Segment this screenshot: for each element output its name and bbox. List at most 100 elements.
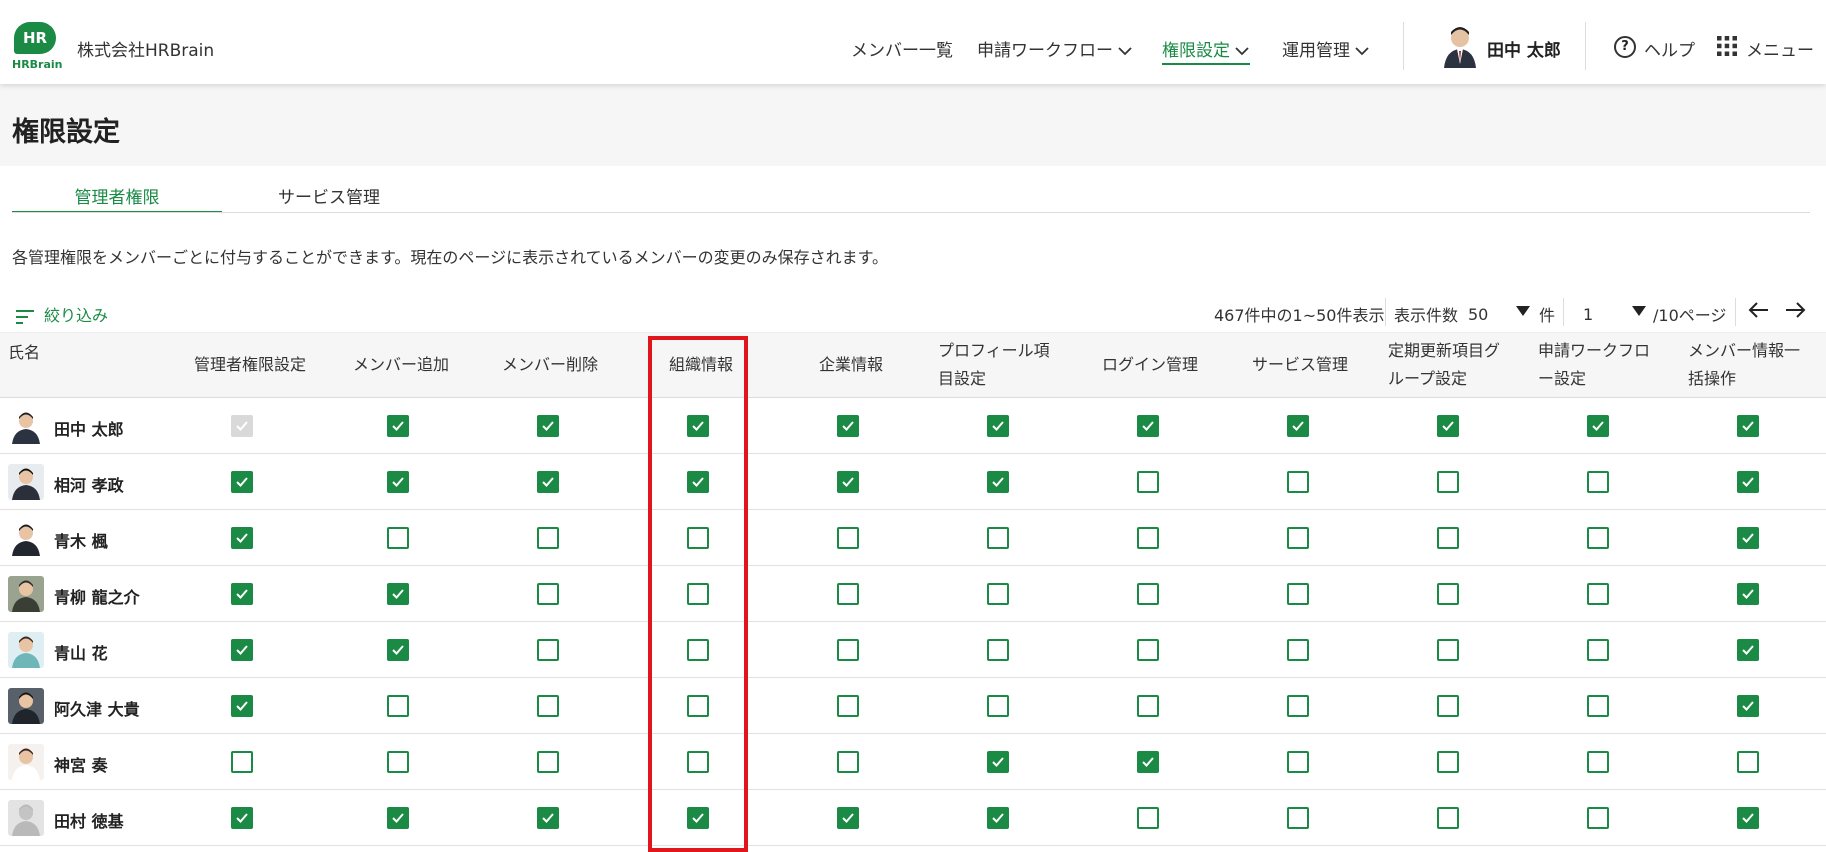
arrow-right-icon[interactable] — [1783, 298, 1807, 322]
caret-down-icon[interactable] — [1632, 306, 1646, 316]
permission-checkbox[interactable] — [1137, 751, 1159, 773]
per-page-select[interactable]: 50 — [1468, 305, 1488, 324]
permission-checkbox[interactable] — [387, 583, 409, 605]
permission-checkbox[interactable] — [837, 583, 859, 605]
permission-checkbox[interactable] — [387, 527, 409, 549]
nav-workflow[interactable]: 申請ワークフロー — [977, 36, 1133, 61]
permission-checkbox[interactable] — [687, 751, 709, 773]
permission-checkbox[interactable] — [1587, 639, 1609, 661]
permission-checkbox[interactable] — [987, 751, 1009, 773]
hrbrain-logo[interactable]: HR HRBrain — [12, 22, 63, 74]
permission-checkbox[interactable] — [837, 695, 859, 717]
permission-checkbox[interactable] — [1587, 471, 1609, 493]
permission-checkbox[interactable] — [1137, 527, 1159, 549]
permission-checkbox[interactable] — [837, 471, 859, 493]
permission-checkbox[interactable] — [537, 807, 559, 829]
permission-checkbox[interactable] — [837, 639, 859, 661]
permission-checkbox[interactable] — [1737, 527, 1759, 549]
permission-checkbox[interactable] — [1437, 751, 1459, 773]
permission-checkbox[interactable] — [987, 471, 1009, 493]
permission-checkbox[interactable] — [687, 471, 709, 493]
permission-checkbox[interactable] — [231, 639, 253, 661]
tab-service-management[interactable]: サービス管理 — [222, 183, 436, 208]
permission-checkbox[interactable] — [387, 807, 409, 829]
permission-checkbox[interactable] — [1287, 471, 1309, 493]
permission-checkbox[interactable] — [537, 695, 559, 717]
permission-checkbox[interactable] — [1287, 527, 1309, 549]
permission-checkbox[interactable] — [1737, 415, 1759, 437]
permission-checkbox[interactable] — [387, 415, 409, 437]
permission-checkbox[interactable] — [1437, 639, 1459, 661]
permission-checkbox[interactable] — [687, 583, 709, 605]
permission-checkbox[interactable] — [1437, 527, 1459, 549]
permission-checkbox[interactable] — [387, 639, 409, 661]
permission-checkbox[interactable] — [231, 807, 253, 829]
permission-checkbox[interactable] — [1437, 415, 1459, 437]
permission-checkbox[interactable] — [387, 695, 409, 717]
nav-operations[interactable]: 運用管理 — [1282, 36, 1370, 61]
permission-checkbox[interactable] — [231, 527, 253, 549]
permission-checkbox[interactable] — [1437, 471, 1459, 493]
permission-checkbox[interactable] — [1437, 583, 1459, 605]
permission-checkbox[interactable] — [1287, 583, 1309, 605]
permission-checkbox[interactable] — [1737, 751, 1759, 773]
permission-checkbox[interactable] — [1737, 807, 1759, 829]
page-select[interactable]: 1 — [1583, 305, 1593, 324]
permission-checkbox[interactable] — [1287, 415, 1309, 437]
permission-checkbox[interactable] — [387, 471, 409, 493]
help-icon[interactable]: ? — [1614, 36, 1636, 58]
permission-checkbox[interactable] — [231, 751, 253, 773]
permission-checkbox[interactable] — [1737, 583, 1759, 605]
user-name[interactable]: 田中 太郎 — [1487, 36, 1561, 61]
permission-checkbox[interactable] — [1137, 415, 1159, 437]
permission-checkbox[interactable] — [1137, 639, 1159, 661]
permission-checkbox[interactable] — [1587, 527, 1609, 549]
permission-checkbox[interactable] — [987, 527, 1009, 549]
permission-checkbox[interactable] — [837, 751, 859, 773]
permission-checkbox[interactable] — [1737, 639, 1759, 661]
permission-checkbox[interactable] — [687, 527, 709, 549]
permission-checkbox[interactable] — [537, 415, 559, 437]
permission-checkbox[interactable] — [1137, 695, 1159, 717]
nav-permissions[interactable]: 権限設定 — [1162, 36, 1250, 65]
permission-checkbox[interactable] — [231, 471, 253, 493]
permission-checkbox[interactable] — [537, 639, 559, 661]
permission-checkbox[interactable] — [537, 527, 559, 549]
arrow-left-icon[interactable] — [1747, 298, 1771, 322]
permission-checkbox[interactable] — [1137, 583, 1159, 605]
permission-checkbox[interactable] — [687, 695, 709, 717]
permission-checkbox[interactable] — [837, 415, 859, 437]
permission-checkbox[interactable] — [537, 471, 559, 493]
permission-checkbox[interactable] — [1437, 807, 1459, 829]
permission-checkbox[interactable] — [1587, 695, 1609, 717]
permission-checkbox[interactable] — [1137, 807, 1159, 829]
nav-member-list[interactable]: メンバー一覧 — [851, 36, 953, 61]
permission-checkbox[interactable] — [987, 807, 1009, 829]
permission-checkbox[interactable] — [837, 527, 859, 549]
permission-checkbox[interactable] — [1587, 415, 1609, 437]
permission-checkbox[interactable] — [687, 415, 709, 437]
permission-checkbox[interactable] — [537, 751, 559, 773]
permission-checkbox[interactable] — [1287, 807, 1309, 829]
permission-checkbox[interactable] — [687, 807, 709, 829]
permission-checkbox[interactable] — [231, 695, 253, 717]
help-link[interactable]: ヘルプ — [1644, 36, 1695, 61]
permission-checkbox[interactable] — [1587, 751, 1609, 773]
permission-checkbox[interactable] — [1437, 695, 1459, 717]
permission-checkbox[interactable] — [987, 583, 1009, 605]
permission-checkbox[interactable] — [687, 639, 709, 661]
grid-menu-icon[interactable] — [1717, 36, 1737, 56]
user-avatar[interactable] — [1440, 24, 1480, 68]
permission-checkbox[interactable] — [987, 639, 1009, 661]
permission-checkbox[interactable] — [231, 583, 253, 605]
permission-checkbox[interactable] — [1287, 751, 1309, 773]
permission-checkbox[interactable] — [387, 751, 409, 773]
permission-checkbox[interactable] — [837, 807, 859, 829]
permission-checkbox[interactable] — [1287, 639, 1309, 661]
permission-checkbox[interactable] — [1137, 471, 1159, 493]
permission-checkbox[interactable] — [1737, 695, 1759, 717]
permission-checkbox[interactable] — [987, 415, 1009, 437]
permission-checkbox[interactable] — [1287, 695, 1309, 717]
permission-checkbox[interactable] — [1587, 807, 1609, 829]
permission-checkbox[interactable] — [1587, 583, 1609, 605]
